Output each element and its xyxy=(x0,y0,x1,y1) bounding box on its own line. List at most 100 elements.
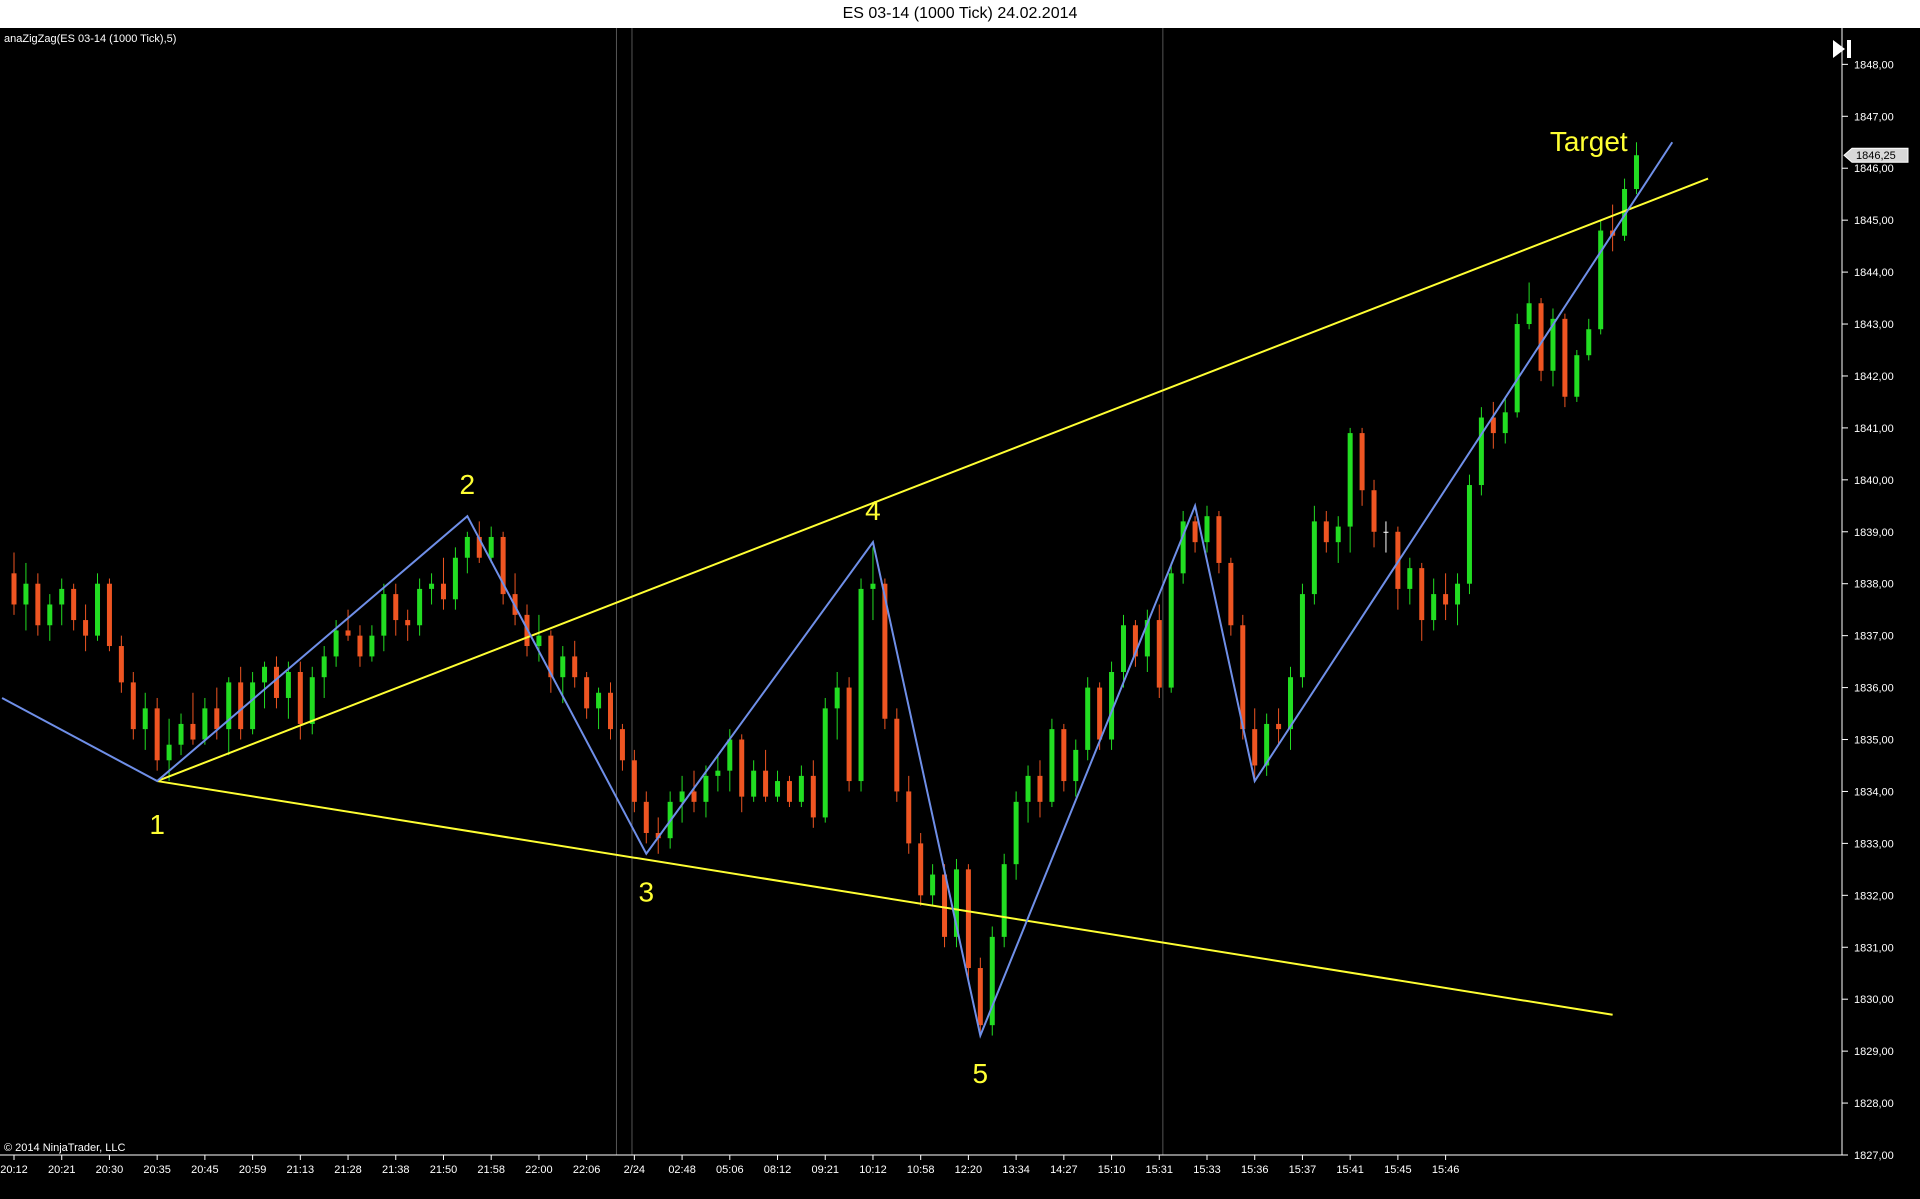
price-tick-label: 1834,00 xyxy=(1854,786,1894,798)
candle-body xyxy=(1001,864,1007,937)
time-tick-label: 10:12 xyxy=(859,1164,887,1176)
candle-body xyxy=(178,723,184,745)
candle-body xyxy=(1156,620,1162,688)
candle-body xyxy=(1419,568,1425,621)
candle-body xyxy=(1228,562,1234,626)
time-axis[interactable]: 20:12 20:21 20:30 20:35 20:45 20:59 21:13 21:28… xyxy=(0,1154,1842,1176)
time-tick-label: 09:21 xyxy=(811,1164,839,1176)
candle-body xyxy=(1586,329,1592,356)
candle-body xyxy=(381,594,387,636)
candle-body xyxy=(1598,230,1604,330)
candle-body xyxy=(631,760,637,802)
candle-body xyxy=(273,666,279,698)
price-tick-label: 1847,00 xyxy=(1854,111,1894,123)
price-tick-label: 1843,00 xyxy=(1854,319,1894,331)
candle-body xyxy=(190,723,196,740)
candle-body xyxy=(106,583,112,647)
price-chart[interactable]: 1 2 3 4 5 Target 1827,00 1828,00 1829,00 1830,00… xyxy=(0,28,1920,1199)
candle-body xyxy=(870,583,876,589)
time-tick-label: 21:13 xyxy=(287,1164,315,1176)
wave-label: 4 xyxy=(865,495,881,526)
time-tick-label: 13:34 xyxy=(1002,1164,1030,1176)
time-tick-label: 21:58 xyxy=(477,1164,505,1176)
price-tick-label: 1836,00 xyxy=(1854,683,1894,695)
candle-body xyxy=(1502,412,1508,434)
price-tick-label: 1831,00 xyxy=(1854,942,1894,954)
candle-body xyxy=(1085,687,1091,750)
wave-label: Target xyxy=(1550,126,1628,157)
candle-body xyxy=(942,874,948,937)
candle-body xyxy=(1466,485,1472,584)
candle-body xyxy=(1097,687,1103,740)
candle-body xyxy=(1514,324,1520,413)
candle-body xyxy=(739,739,745,797)
candle-body xyxy=(608,692,613,730)
channel-line xyxy=(156,177,1709,782)
candle-body xyxy=(1073,749,1079,782)
time-tick-label: 15:31 xyxy=(1146,1164,1174,1176)
candle-body xyxy=(214,708,220,730)
candle-body xyxy=(452,557,458,600)
candle-body xyxy=(1407,568,1413,589)
candle-body xyxy=(1013,801,1019,865)
time-tick-label: 20:35 xyxy=(143,1164,171,1176)
price-tick-label: 1846,00 xyxy=(1854,163,1894,175)
time-tick-label: 20:45 xyxy=(191,1164,219,1176)
price-tick-label: 1837,00 xyxy=(1854,631,1894,643)
wave-label: 1 xyxy=(149,809,165,840)
candle-body xyxy=(262,666,268,683)
candle-body xyxy=(83,620,89,636)
candle-body xyxy=(918,843,924,896)
skip-to-end-button[interactable] xyxy=(1826,34,1858,64)
time-tick-label: 22:00 xyxy=(525,1164,553,1176)
candle-body xyxy=(488,536,494,558)
candle-body xyxy=(1443,594,1449,605)
candle-body xyxy=(1192,521,1198,543)
price-tick-label: 1830,00 xyxy=(1854,994,1894,1006)
time-tick-label: 21:28 xyxy=(334,1164,362,1176)
candle-body xyxy=(345,630,351,636)
time-tick-label: 15:37 xyxy=(1289,1164,1317,1176)
time-tick-label: 15:46 xyxy=(1432,1164,1460,1176)
candle-body xyxy=(417,588,423,626)
candle-body xyxy=(321,656,327,678)
candle-body xyxy=(1168,573,1174,688)
candle-body xyxy=(1276,723,1282,730)
wave-label: 2 xyxy=(460,469,476,500)
time-tick-label: 02:48 xyxy=(668,1164,696,1176)
candle-body xyxy=(95,583,101,636)
last-price-value: 1846,25 xyxy=(1856,150,1896,162)
candle-body xyxy=(429,583,435,589)
candle-body xyxy=(1025,775,1031,802)
candle-body xyxy=(679,791,685,802)
time-tick-label: 22:06 xyxy=(573,1164,601,1176)
candle-body xyxy=(1252,729,1258,766)
candle-body xyxy=(1347,433,1353,527)
candle-body xyxy=(596,692,602,709)
time-tick-label: 05:06 xyxy=(716,1164,744,1176)
time-tick-label: 12:20 xyxy=(955,1164,983,1176)
channel-line xyxy=(157,780,1613,1016)
candle-body xyxy=(47,604,53,626)
price-tick-label: 1848,00 xyxy=(1854,59,1894,71)
candle-body xyxy=(297,672,303,724)
time-tick-label: 20:12 xyxy=(0,1164,28,1176)
candle-body xyxy=(154,708,160,761)
price-axis[interactable]: 1827,00 1828,00 1829,00 1830,00 1831,00 1832,… xyxy=(1841,28,1894,1162)
candle-body xyxy=(691,791,697,802)
price-tick-label: 1841,00 xyxy=(1854,423,1894,435)
candle-body xyxy=(309,677,315,724)
candle-body xyxy=(1216,516,1222,563)
time-tick-label: 10:58 xyxy=(907,1164,935,1176)
price-tick-label: 1835,00 xyxy=(1854,735,1894,747)
candle-body xyxy=(727,739,733,771)
price-tick-label: 1827,00 xyxy=(1854,1150,1894,1162)
time-tick-label: 08:12 xyxy=(764,1164,792,1176)
candle-body xyxy=(1371,490,1377,532)
window-title: ES 03-14 (1000 Tick) 24.02.2014 xyxy=(0,0,1920,28)
candle-body xyxy=(405,620,411,626)
candle-body xyxy=(751,770,757,797)
price-tick-label: 1828,00 xyxy=(1854,1098,1894,1110)
candle-body xyxy=(238,682,244,730)
candle-body xyxy=(1299,594,1305,678)
